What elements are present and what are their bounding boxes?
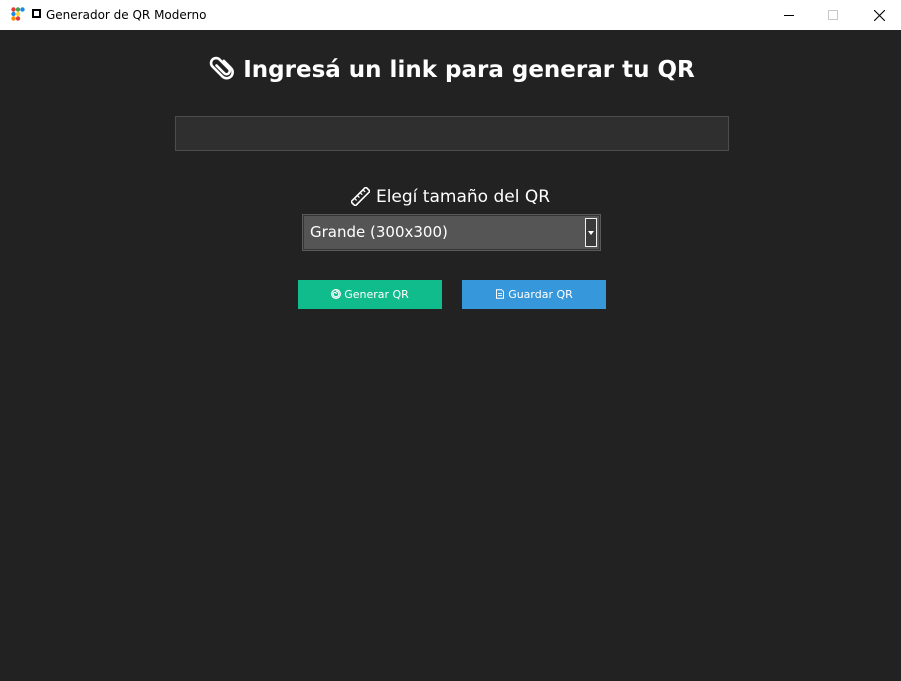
link-input[interactable]	[175, 116, 729, 151]
page-icon	[496, 289, 505, 299]
size-dropdown-value: Grande (300x300)	[310, 223, 448, 241]
size-label-text: Elegí tamaño del QR	[375, 187, 551, 207]
cyclone-icon	[331, 289, 342, 299]
maximize-icon	[828, 10, 838, 20]
generate-qr-label: Generar QR	[344, 288, 409, 301]
close-icon	[873, 9, 885, 21]
app-window: Generador de QR Moderno Ingresá un link …	[0, 0, 901, 681]
generate-qr-button[interactable]: Generar QR	[298, 280, 442, 309]
maximize-button[interactable]	[810, 0, 856, 30]
close-button[interactable]	[856, 0, 901, 30]
square-icon	[32, 9, 41, 18]
title-bar[interactable]: Generador de QR Moderno	[0, 0, 901, 30]
save-qr-label: Guardar QR	[508, 288, 573, 301]
page-heading: Ingresá un link para generar tu QR	[0, 53, 901, 87]
minimize-button[interactable]	[766, 0, 812, 30]
ruler-icon	[350, 187, 370, 206]
chevron-down-icon[interactable]	[585, 218, 597, 247]
app-icon	[11, 7, 25, 21]
minimize-icon	[784, 15, 794, 16]
paperclip-icon	[210, 56, 235, 80]
size-dropdown[interactable]: Grande (300x300)	[302, 214, 601, 251]
save-qr-button[interactable]: Guardar QR	[462, 280, 606, 309]
window-title: Generador de QR Moderno	[46, 8, 207, 22]
heading-text: Ingresá un link para generar tu QR	[243, 57, 695, 83]
size-label: Elegí tamaño del QR	[0, 184, 901, 210]
